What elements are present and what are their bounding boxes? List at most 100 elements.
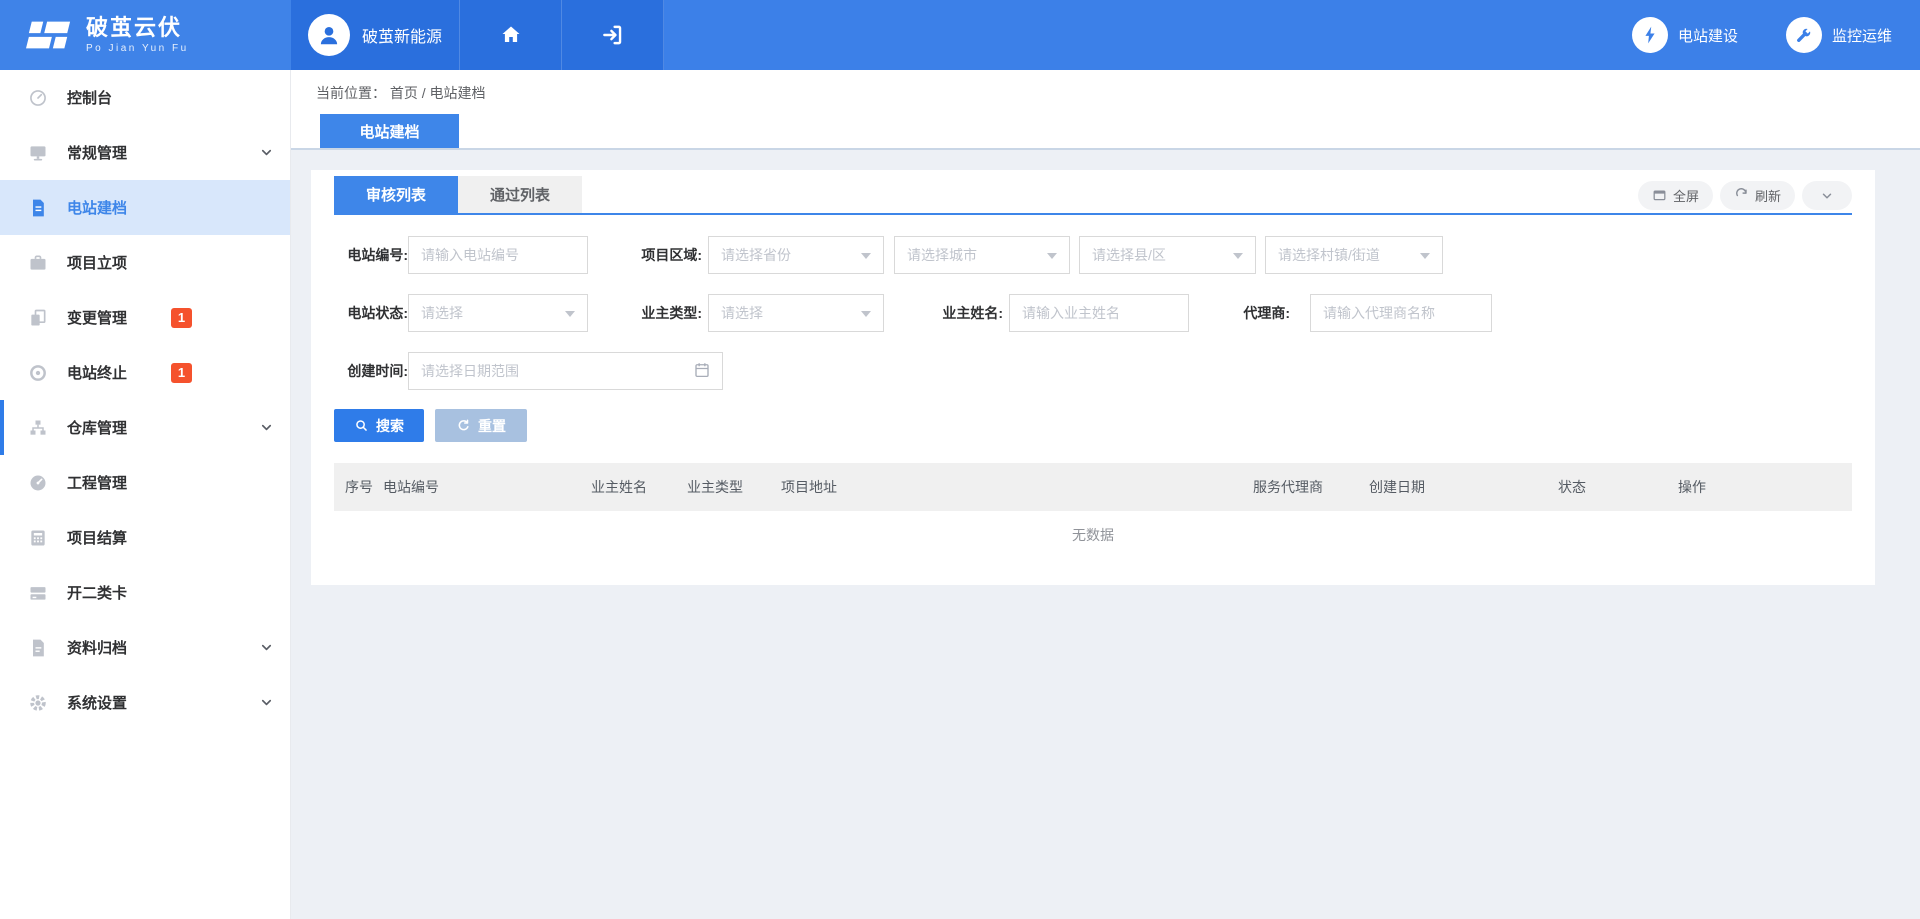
chevron-down-icon — [259, 145, 274, 160]
col-owner-name: 业主姓名 — [591, 463, 647, 511]
avatar — [308, 14, 350, 56]
sidebar-item-station-archive[interactable]: 电站建档 — [0, 180, 290, 235]
col-owner-type: 业主类型 — [687, 463, 743, 511]
col-station-no: 电站编号 — [383, 463, 439, 511]
module-switcher: 电站建设 监控运维 — [1632, 0, 1920, 70]
archive-file-icon — [28, 638, 48, 658]
city-select[interactable]: 请选择城市 — [894, 236, 1070, 274]
sidebar-item-warehouse-mgmt[interactable]: 仓库管理 — [0, 400, 290, 455]
brand-title: 破茧云伏 — [86, 16, 189, 40]
chevron-down-icon — [1820, 189, 1834, 203]
filter-row-3: 创建时间: — [311, 352, 1875, 390]
empty-state: 无数据 — [334, 525, 1852, 545]
home-button[interactable] — [460, 0, 562, 70]
active-indicator-bar — [0, 400, 4, 455]
col-agent: 服务代理商 — [1253, 463, 1323, 511]
col-created: 创建日期 — [1369, 463, 1425, 511]
wrench-icon — [1786, 17, 1822, 53]
town-select[interactable]: 请选择村镇/街道 — [1265, 236, 1443, 274]
calendar-icon — [693, 361, 711, 379]
tab-review-list[interactable]: 审核列表 — [334, 176, 458, 213]
caret-down-icon — [861, 311, 871, 322]
caret-down-icon — [861, 253, 871, 264]
reset-button[interactable]: 重置 — [435, 409, 527, 442]
caret-down-icon — [565, 311, 575, 322]
chevron-down-icon — [259, 695, 274, 710]
owner-name-label: 业主姓名: — [933, 294, 1003, 332]
panel-tabs: 审核列表 通过列表 — [334, 176, 582, 213]
station-status-select[interactable]: 请选择 — [408, 294, 588, 332]
logout-button[interactable] — [562, 0, 664, 70]
dashboard-icon — [28, 473, 48, 493]
module-label: 监控运维 — [1832, 25, 1892, 46]
col-actions: 操作 — [1678, 463, 1706, 511]
module-monitor-ops[interactable]: 监控运维 — [1786, 17, 1892, 53]
fullscreen-button[interactable]: 全屏 — [1638, 181, 1713, 210]
col-address: 项目地址 — [781, 463, 837, 511]
sidebar-item-data-archive[interactable]: 资料归档 — [0, 620, 290, 675]
caret-down-icon — [1420, 253, 1430, 264]
table-header: 序号 电站编号 业主姓名 业主类型 项目地址 服务代理商 创建日期 状态 操作 — [334, 463, 1852, 511]
brand-subtitle: Po Jian Yun Fu — [86, 43, 189, 54]
date-range-picker[interactable] — [408, 352, 723, 390]
sign-out-icon — [600, 22, 626, 48]
pages-icon — [28, 308, 48, 328]
company-name: 破茧新能源 — [362, 23, 442, 47]
col-status: 状态 — [1558, 463, 1586, 511]
home-icon — [499, 23, 523, 47]
stop-circle-icon — [28, 363, 48, 383]
station-no-label: 电站编号: — [334, 236, 408, 274]
tab-passed-list[interactable]: 通过列表 — [458, 176, 582, 213]
breadcrumb: 当前位置： 首页 / 电站建档 — [316, 83, 486, 103]
owner-type-select[interactable]: 请选择 — [708, 294, 884, 332]
notification-badge: 1 — [171, 363, 192, 383]
brand-logo: 破茧云伏 Po Jian Yun Fu — [0, 0, 291, 70]
chevron-down-icon — [259, 420, 274, 435]
refresh-button[interactable]: 刷新 — [1720, 181, 1795, 210]
sidebar-item-project-initiation[interactable]: 项目立项 — [0, 235, 290, 290]
search-icon — [354, 418, 369, 433]
sidebar-item-system-settings[interactable]: 系统设置 — [0, 675, 290, 730]
gauge-icon — [28, 88, 48, 108]
province-select[interactable]: 请选择省份 — [708, 236, 884, 274]
user-menu[interactable]: 破茧新能源 — [291, 0, 460, 70]
notification-badge: 1 — [171, 308, 192, 328]
sidebar-item-project-settlement[interactable]: 项目结算 — [0, 510, 290, 565]
sidebar-item-engineering-mgmt[interactable]: 工程管理 — [0, 455, 290, 510]
collapse-panel-button[interactable] — [1802, 181, 1852, 210]
page-tab-station-archive[interactable]: 电站建档 — [320, 114, 459, 148]
filter-row-1: 电站编号: 项目区域: 请选择省份 请选择城市 请选择县/区 请选择村镇/街道 — [311, 236, 1875, 274]
app-header: 破茧云伏 Po Jian Yun Fu 破茧新能源 — [0, 0, 1920, 70]
briefcase-icon — [28, 253, 48, 273]
search-button[interactable]: 搜索 — [334, 409, 424, 442]
agent-label: 代理商: — [1232, 294, 1290, 332]
breadcrumb-bar: 当前位置： 首页 / 电站建档 电站建档 — [291, 70, 1920, 148]
owner-name-input[interactable] — [1009, 294, 1189, 332]
district-select[interactable]: 请选择县/区 — [1079, 236, 1256, 274]
caret-down-icon — [1233, 253, 1243, 264]
content-panel: 审核列表 通过列表 全屏 刷新 电站编号: 项目区域: — [311, 170, 1875, 585]
module-label: 电站建设 — [1678, 25, 1738, 46]
sidebar-item-general-mgmt[interactable]: 常规管理 — [0, 125, 290, 180]
chevron-down-icon — [259, 640, 274, 655]
sidebar-item-station-termination[interactable]: 电站终止 1 — [0, 345, 290, 400]
created-time-label: 创建时间: — [334, 352, 408, 390]
breadcrumb-prefix: 当前位置： — [316, 85, 386, 101]
lightning-icon — [1632, 17, 1668, 53]
agent-input[interactable] — [1310, 294, 1492, 332]
sidebar-item-console[interactable]: 控制台 — [0, 70, 290, 125]
gear-icon — [28, 693, 48, 713]
sidebar: 控制台 常规管理 电站建档 项目立项 — [0, 70, 291, 919]
monitor-icon — [28, 143, 48, 163]
sidebar-item-open-type2-card[interactable]: 开二类卡 — [0, 565, 290, 620]
module-station-build[interactable]: 电站建设 — [1632, 17, 1738, 53]
calculator-icon — [28, 528, 48, 548]
sitemap-icon — [28, 418, 48, 438]
breadcrumb-path[interactable]: 首页 / 电站建档 — [390, 85, 486, 101]
reset-icon — [456, 418, 471, 433]
date-range-input[interactable] — [408, 352, 723, 390]
station-no-input[interactable] — [408, 236, 588, 274]
sidebar-item-change-mgmt[interactable]: 变更管理 1 — [0, 290, 290, 345]
document-icon — [28, 198, 48, 218]
card-icon — [28, 583, 48, 603]
